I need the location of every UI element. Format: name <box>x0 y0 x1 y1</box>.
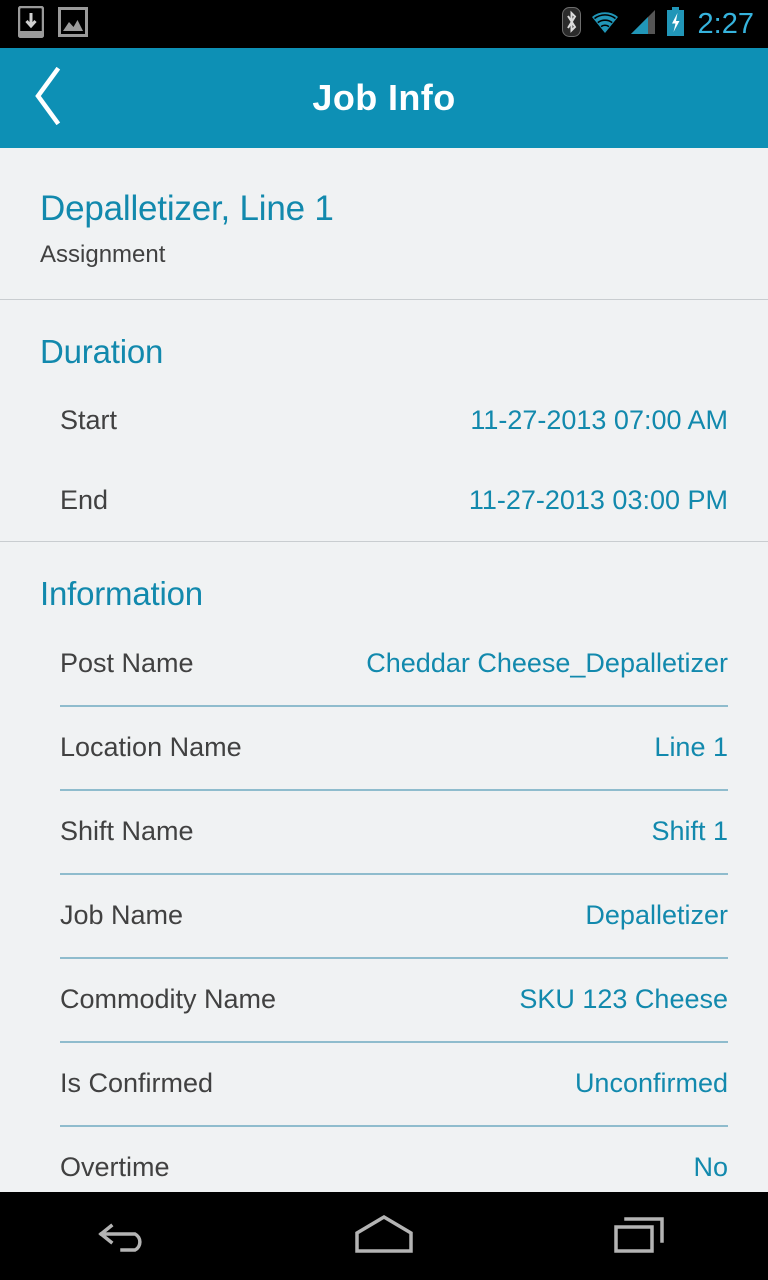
row-value: 11-27-2013 03:00 PM <box>468 485 728 515</box>
information-row-post-name[interactable]: Post Name Cheddar Cheese_Depalletizer <box>60 623 728 705</box>
android-screen: 2:27 Job Info Depalletizer, Line 1 Assig… <box>0 0 768 1280</box>
download-to-device-icon <box>17 5 45 43</box>
action-bar: Job Info <box>0 48 768 148</box>
back-nav-button[interactable] <box>53 1192 203 1280</box>
cell-signal-icon <box>629 9 657 40</box>
home-nav-icon <box>349 1211 419 1262</box>
row-value: Shift 1 <box>651 816 728 846</box>
system-navigation-bar <box>0 1192 768 1280</box>
row-value: Unconfirmed <box>574 1068 728 1098</box>
row-label: Post Name <box>60 648 194 678</box>
row-label: Commodity Name <box>60 984 277 1014</box>
job-summary-block: Depalletizer, Line 1 Assignment <box>0 148 768 299</box>
back-nav-icon <box>97 1212 159 1261</box>
row-value: Cheddar Cheese_Depalletizer <box>366 648 728 678</box>
row-label: Location Name <box>60 732 242 762</box>
row-label: End <box>60 485 109 515</box>
duration-row-start[interactable]: Start 11-27-2013 07:00 AM <box>0 381 768 461</box>
page-title: Job Info <box>312 77 456 118</box>
row-label: Shift Name <box>60 816 194 846</box>
information-section-header: Information <box>40 574 203 612</box>
information-row-list: Post Name Cheddar Cheese_Depalletizer Lo… <box>60 623 728 1193</box>
information-row-location-name[interactable]: Location Name Line 1 <box>60 704 728 789</box>
job-subtitle: Assignment <box>40 240 166 268</box>
status-bar-right-icons: 2:27 <box>561 6 754 42</box>
row-value: Depalletizer <box>585 900 728 930</box>
status-bar-left-icons <box>17 5 88 43</box>
image-icon <box>58 6 88 42</box>
home-nav-button[interactable] <box>309 1192 459 1280</box>
information-section: Information Post Name Cheddar Cheese_Dep… <box>0 542 768 1193</box>
information-row-shift-name[interactable]: Shift Name Shift 1 <box>60 788 728 873</box>
duration-row-end[interactable]: End 11-27-2013 03:00 PM <box>0 461 768 541</box>
information-row-overtime[interactable]: Overtime No <box>60 1124 728 1193</box>
recents-nav-icon <box>610 1211 670 1262</box>
row-label: Job Name <box>60 900 184 930</box>
row-label: Is Confirmed <box>60 1068 214 1098</box>
row-label: Start <box>60 405 118 435</box>
status-bar: 2:27 <box>0 0 768 48</box>
information-row-job-name[interactable]: Job Name Depalletizer <box>60 872 728 957</box>
recents-nav-button[interactable] <box>565 1192 715 1280</box>
information-row-commodity-name[interactable]: Commodity Name SKU 123 Cheese <box>60 956 728 1041</box>
row-value: 11-27-2013 07:00 AM <box>470 405 728 435</box>
wifi-icon <box>590 9 620 40</box>
bluetooth-icon <box>561 6 581 42</box>
row-value: Line 1 <box>654 732 728 762</box>
duration-section-header: Duration <box>40 332 164 370</box>
content-scroll-area[interactable]: Depalletizer, Line 1 Assignment Duration… <box>0 148 768 1192</box>
information-row-is-confirmed[interactable]: Is Confirmed Unconfirmed <box>60 1040 728 1125</box>
row-value: No <box>693 1152 728 1182</box>
row-label: Overtime <box>60 1152 170 1182</box>
duration-section: Duration Start 11-27-2013 07:00 AM End 1… <box>0 300 768 541</box>
job-title: Depalletizer, Line 1 <box>40 189 334 228</box>
status-bar-clock: 2:27 <box>697 7 754 40</box>
battery-charging-icon <box>666 6 685 42</box>
row-value: SKU 123 Cheese <box>519 984 728 1014</box>
